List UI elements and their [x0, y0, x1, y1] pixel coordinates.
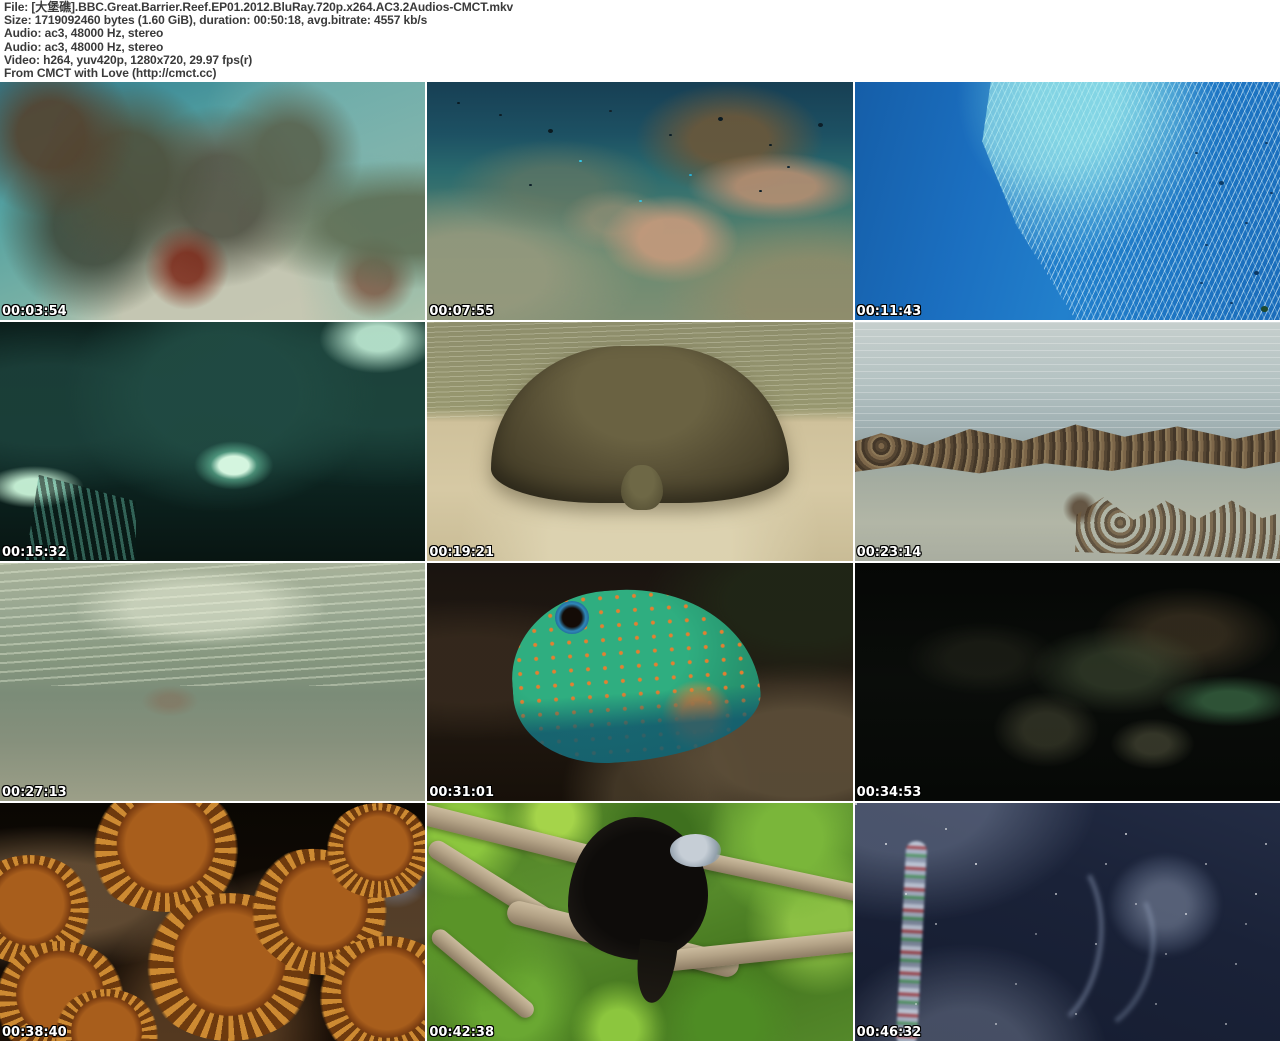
- video-thumbnail: 00:19:21: [427, 322, 852, 560]
- timestamp-label: 00:42:38: [429, 1025, 494, 1040]
- file-size-line: Size: 1719092460 bytes (1.60 GiB), durat…: [4, 14, 1280, 27]
- video-thumbnail: 00:38:40: [0, 803, 425, 1041]
- video-thumbnail: 00:23:14: [855, 322, 1280, 560]
- foreground-rubble: [1075, 490, 1280, 560]
- turtle-beach-scene: [427, 322, 852, 560]
- coral-polyps-scene: [0, 803, 425, 1041]
- fish-silhouettes: [855, 82, 858, 84]
- bird-tail: [632, 939, 679, 1006]
- tree-branch: [428, 926, 536, 1021]
- parrotfish-closeup-scene: [427, 563, 852, 801]
- release-group-line: From CMCT with Love (http://cmct.cc): [4, 67, 1280, 80]
- video-thumbnail: 00:27:13: [0, 563, 425, 801]
- video-thumbnail: 00:15:32: [0, 322, 425, 560]
- video-thumbnail: 00:03:54: [0, 82, 425, 320]
- reef-scape-scene: [427, 82, 852, 320]
- video-thumbnail: 00:31:01: [427, 563, 852, 801]
- video-thumbnail: 00:42:38: [427, 803, 852, 1041]
- night-reef-scene: [855, 563, 1280, 801]
- fish-school-scene: [855, 82, 1280, 320]
- particle-specks: [855, 803, 857, 805]
- media-info-header: File: [大堡礁].BBC.Great.Barrier.Reef.EP01.…: [0, 0, 1280, 80]
- coral-polyp: [323, 803, 425, 898]
- timestamp-label: 00:03:54: [2, 304, 67, 319]
- thumbnail-grid: 00:03:54 00:07:55 00:11:43 00:15:32 00:1…: [0, 82, 1280, 1041]
- siphonophore: [896, 840, 928, 1041]
- turtle-head: [621, 465, 664, 510]
- timestamp-label: 00:27:13: [2, 785, 67, 800]
- coral-bommie-scene: [0, 82, 425, 320]
- timestamp-label: 00:31:01: [429, 785, 494, 800]
- video-thumbnail: 00:07:55: [427, 82, 852, 320]
- plankton-scene: [855, 803, 1280, 1041]
- reef-flat-scene: [855, 322, 1280, 560]
- baitfish-school: [855, 82, 1280, 320]
- bumphead-parrotfish-scene: [0, 322, 425, 560]
- timestamp-label: 00:19:21: [429, 545, 494, 560]
- fish-eye: [555, 601, 589, 634]
- noddy-bird-scene: [427, 803, 852, 1041]
- audio-track-2-line: Audio: ac3, 48000 Hz, stereo: [4, 41, 1280, 54]
- surface-glow: [77, 570, 324, 646]
- timestamp-label: 00:46:32: [857, 1025, 922, 1040]
- timestamp-label: 00:34:53: [857, 785, 922, 800]
- fish-specks: [457, 102, 460, 104]
- timestamp-label: 00:38:40: [2, 1025, 67, 1040]
- video-thumbnail: 00:34:53: [855, 563, 1280, 801]
- bird-head-cap: [670, 834, 721, 867]
- video-thumbnail: 00:46:32: [855, 803, 1280, 1041]
- water-ripples: [855, 322, 1280, 432]
- murky-shallows-scene: [0, 563, 425, 801]
- plankton-blob: [1110, 855, 1221, 955]
- video-thumbnail: 00:11:43: [855, 82, 1280, 320]
- parrotfish-body: [507, 580, 765, 768]
- audio-track-1-line: Audio: ac3, 48000 Hz, stereo: [4, 27, 1280, 40]
- timestamp-label: 00:07:55: [429, 304, 494, 319]
- timestamp-label: 00:23:14: [857, 545, 922, 560]
- timestamp-label: 00:15:32: [2, 545, 67, 560]
- timestamp-label: 00:11:43: [857, 304, 922, 319]
